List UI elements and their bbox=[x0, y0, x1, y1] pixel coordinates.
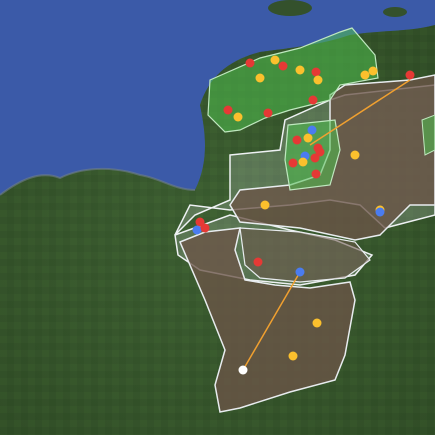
map-marker-yellow[interactable] bbox=[312, 318, 322, 328]
island bbox=[268, 0, 312, 16]
map-marker-red[interactable] bbox=[278, 61, 288, 71]
map-marker-red[interactable] bbox=[288, 158, 298, 168]
map-marker-blue[interactable] bbox=[375, 207, 385, 217]
map-marker-red[interactable] bbox=[200, 223, 210, 233]
map-marker-red[interactable] bbox=[253, 257, 263, 267]
map-marker-red[interactable] bbox=[405, 70, 415, 80]
map-marker-yellow[interactable] bbox=[233, 112, 243, 122]
satellite-map[interactable] bbox=[0, 0, 435, 435]
map-marker-blue[interactable] bbox=[307, 125, 317, 135]
map-marker-red[interactable] bbox=[311, 67, 321, 77]
map-marker-red[interactable] bbox=[263, 108, 273, 118]
map-canvas[interactable] bbox=[0, 0, 435, 435]
map-marker-yellow[interactable] bbox=[368, 66, 378, 76]
map-marker-blue[interactable] bbox=[295, 267, 305, 277]
map-marker-red[interactable] bbox=[311, 169, 321, 179]
island bbox=[383, 7, 407, 17]
map-marker-yellow[interactable] bbox=[298, 157, 308, 167]
map-marker-yellow[interactable] bbox=[303, 133, 313, 143]
map-marker-yellow[interactable] bbox=[295, 65, 305, 75]
map-marker-yellow[interactable] bbox=[288, 351, 298, 361]
map-marker-red[interactable] bbox=[292, 135, 302, 145]
map-marker-white[interactable] bbox=[238, 365, 248, 375]
map-marker-red[interactable] bbox=[308, 95, 318, 105]
map-marker-yellow[interactable] bbox=[360, 70, 370, 80]
map-marker-yellow[interactable] bbox=[260, 200, 270, 210]
map-marker-yellow[interactable] bbox=[270, 55, 280, 65]
map-marker-blue[interactable] bbox=[192, 225, 202, 235]
map-marker-yellow[interactable] bbox=[313, 75, 323, 85]
map-marker-yellow[interactable] bbox=[255, 73, 265, 83]
map-marker-red[interactable] bbox=[223, 105, 233, 115]
map-marker-red[interactable] bbox=[315, 147, 325, 157]
map-marker-yellow[interactable] bbox=[350, 150, 360, 160]
map-marker-red[interactable] bbox=[245, 58, 255, 68]
